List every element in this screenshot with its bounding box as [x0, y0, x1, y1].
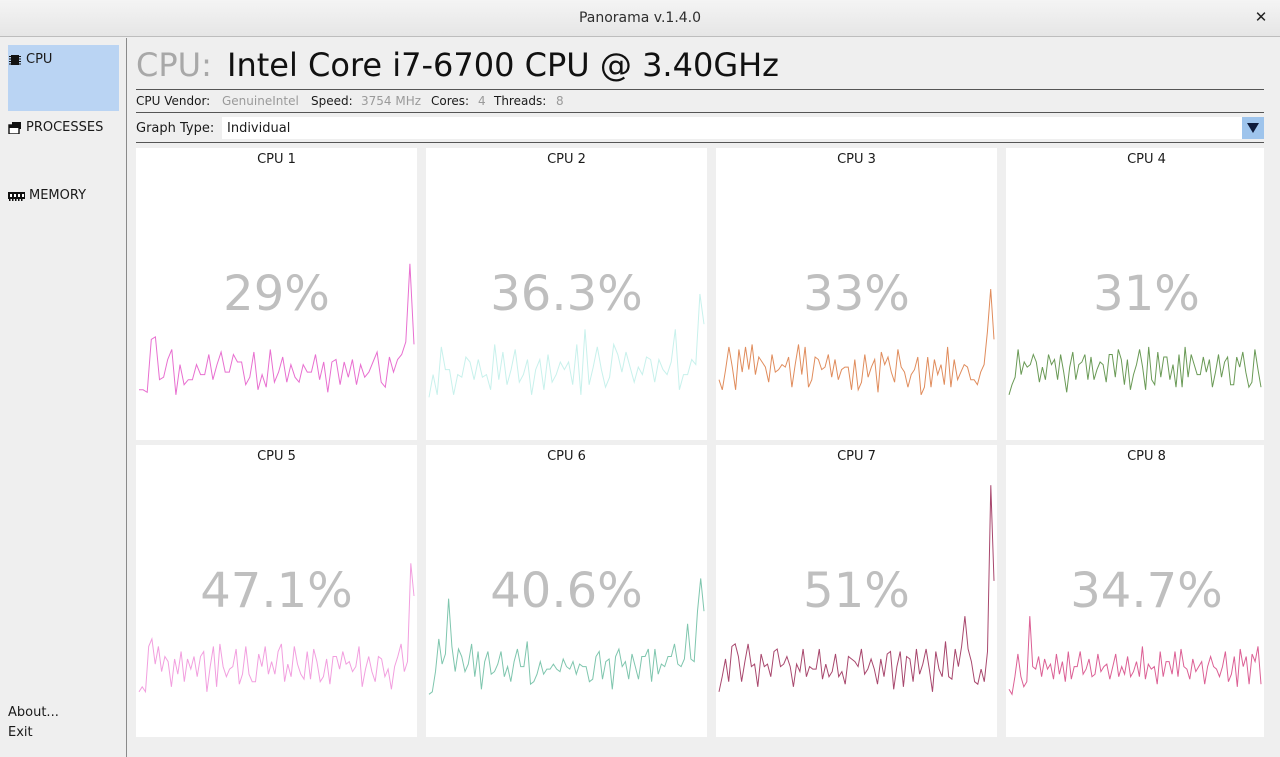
stacked-windows-icon — [8, 122, 22, 135]
cpu-usage-percent: 34.7% — [1070, 563, 1223, 619]
sidebar-item-label: CPU — [26, 52, 53, 67]
cpu-panel: CPU 3 33% — [716, 148, 997, 440]
sidebar-item-memory[interactable]: MEMORY — [8, 181, 119, 247]
chip-icon — [8, 54, 22, 66]
memory-module-icon — [8, 190, 25, 202]
threads-label: Threads: — [494, 94, 547, 108]
usage-line — [1008, 346, 1262, 395]
cpu-usage-percent: 36.3% — [490, 266, 643, 322]
vendor-label: CPU Vendor: — [136, 94, 211, 108]
cpu-model: Intel Core i7-6700 CPU @ 3.40GHz — [227, 46, 779, 84]
graph-type-row: Graph Type: Individual — [136, 115, 1264, 143]
threads-value: 8 — [556, 94, 564, 108]
speed-value: 3754 MHz — [361, 94, 422, 108]
sidebar-item-label: MEMORY — [29, 188, 87, 203]
sidebar: CPU PROCESSES MEMORY About... Exit — [0, 38, 127, 757]
cpu-header: CPU: Intel Core i7-6700 CPU @ 3.40GHz — [136, 44, 1264, 90]
cpu-panel: CPU 7 51% — [716, 445, 997, 737]
cpu-usage-percent: 33% — [803, 266, 910, 322]
speed-label: Speed: — [311, 94, 353, 108]
sidebar-item-processes[interactable]: PROCESSES — [8, 113, 119, 179]
graph-type-value: Individual — [227, 121, 291, 136]
cpu-usage-percent: 40.6% — [490, 563, 643, 619]
cpu-panel: CPU 5 47.1% — [136, 445, 417, 737]
header-label: CPU: — [136, 46, 212, 84]
sidebar-item-label: PROCESSES — [26, 120, 104, 135]
cpu-usage-percent: 29% — [223, 266, 330, 322]
graph-type-select[interactable]: Individual — [222, 117, 1264, 139]
cpu-panel: CPU 1 29% — [136, 148, 417, 440]
cpu-usage-percent: 47.1% — [200, 563, 353, 619]
dropdown-button[interactable] — [1242, 117, 1264, 139]
cpu-usage-percent: 31% — [1093, 266, 1200, 322]
chevron-down-icon — [1247, 123, 1259, 133]
sidebar-item-cpu[interactable]: CPU — [8, 45, 119, 111]
window-title: Panorama v.1.4.0 — [578, 10, 702, 26]
cpu-panel: CPU 8 34.7% — [1006, 445, 1264, 737]
cpu-panel: CPU 6 40.6% — [426, 445, 707, 737]
cpu-specs: CPU Vendor: GenuineIntel Speed: 3754 MHz… — [136, 91, 1264, 113]
about-link[interactable]: About... — [8, 705, 59, 720]
cpu-panel: CPU 2 36.3% — [426, 148, 707, 440]
exit-link[interactable]: Exit — [8, 725, 33, 740]
cores-value: 4 — [478, 94, 486, 108]
vendor-value: GenuineIntel — [222, 94, 299, 108]
cores-label: Cores: — [431, 94, 470, 108]
graph-type-label: Graph Type: — [136, 121, 215, 136]
cpu-usage-percent: 51% — [803, 563, 910, 619]
title-bar: Panorama v.1.4.0 ✕ — [0, 0, 1280, 37]
close-icon[interactable]: ✕ — [1252, 8, 1270, 26]
cpu-panel: CPU 4 31% — [1006, 148, 1264, 440]
usage-line — [1008, 616, 1262, 696]
